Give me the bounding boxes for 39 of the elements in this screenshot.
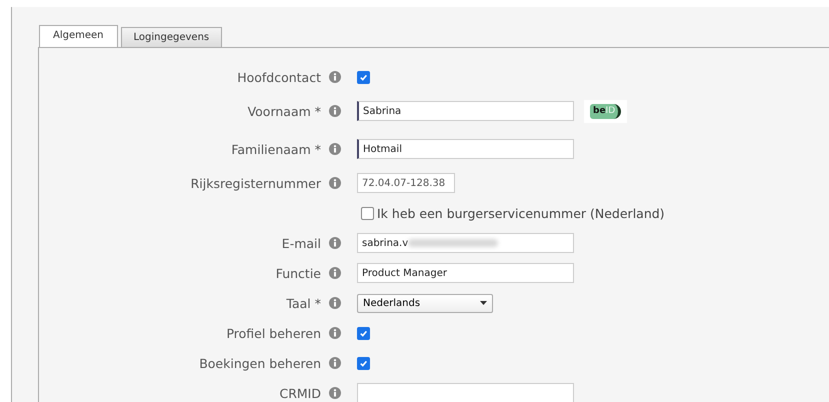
info-icon[interactable] — [329, 237, 341, 249]
checkbox[interactable] — [357, 70, 370, 84]
field-label: Hoofdcontact — [237, 70, 321, 84]
checkbox-label: Ik heb een burgerservicenummer (Nederland) — [377, 206, 665, 220]
field-label: CRMID — [279, 386, 321, 400]
field-label: E-mail — [282, 236, 321, 250]
field-label: Profiel beheren — [226, 326, 321, 340]
checkbox[interactable] — [357, 356, 370, 370]
info-icon[interactable] — [329, 297, 341, 309]
beid-logo[interactable]: beID — [584, 100, 628, 122]
input-field[interactable]: sabrina.v — [357, 233, 574, 253]
info-icon[interactable] — [329, 143, 341, 155]
info-icon[interactable] — [329, 327, 341, 339]
caret-icon — [480, 301, 487, 305]
input-field[interactable]: Product Manager — [357, 263, 574, 283]
info-icon[interactable] — [329, 177, 341, 189]
field-label: Functie — [276, 266, 321, 280]
field-label: Taal * — [286, 296, 321, 310]
input-field[interactable] — [357, 383, 574, 402]
info-icon[interactable] — [329, 71, 341, 83]
field-label: Rijksregisternummer — [190, 176, 321, 190]
info-icon[interactable] — [329, 387, 341, 399]
language-dropdown[interactable]: Nederlands — [357, 294, 493, 312]
info-icon[interactable] — [329, 105, 341, 117]
check-icon — [359, 72, 368, 82]
tab[interactable]: Logingegevens — [120, 27, 222, 47]
tab[interactable]: Algemeen — [39, 25, 118, 47]
field-label: Familienaam * — [231, 142, 321, 156]
checkbox[interactable] — [357, 326, 370, 340]
check-icon — [359, 358, 368, 368]
check-icon — [359, 328, 368, 338]
input-field[interactable]: Hotmail — [357, 139, 574, 159]
field-label: Boekingen beheren — [199, 356, 321, 370]
field-label: Voornaam * — [248, 104, 321, 118]
info-icon[interactable] — [329, 357, 341, 369]
input-field[interactable]: 72.04.07-128.38 — [357, 173, 455, 193]
checkbox[interactable] — [361, 206, 374, 220]
input-field[interactable]: Sabrina — [357, 101, 574, 121]
info-icon[interactable] — [329, 267, 341, 279]
